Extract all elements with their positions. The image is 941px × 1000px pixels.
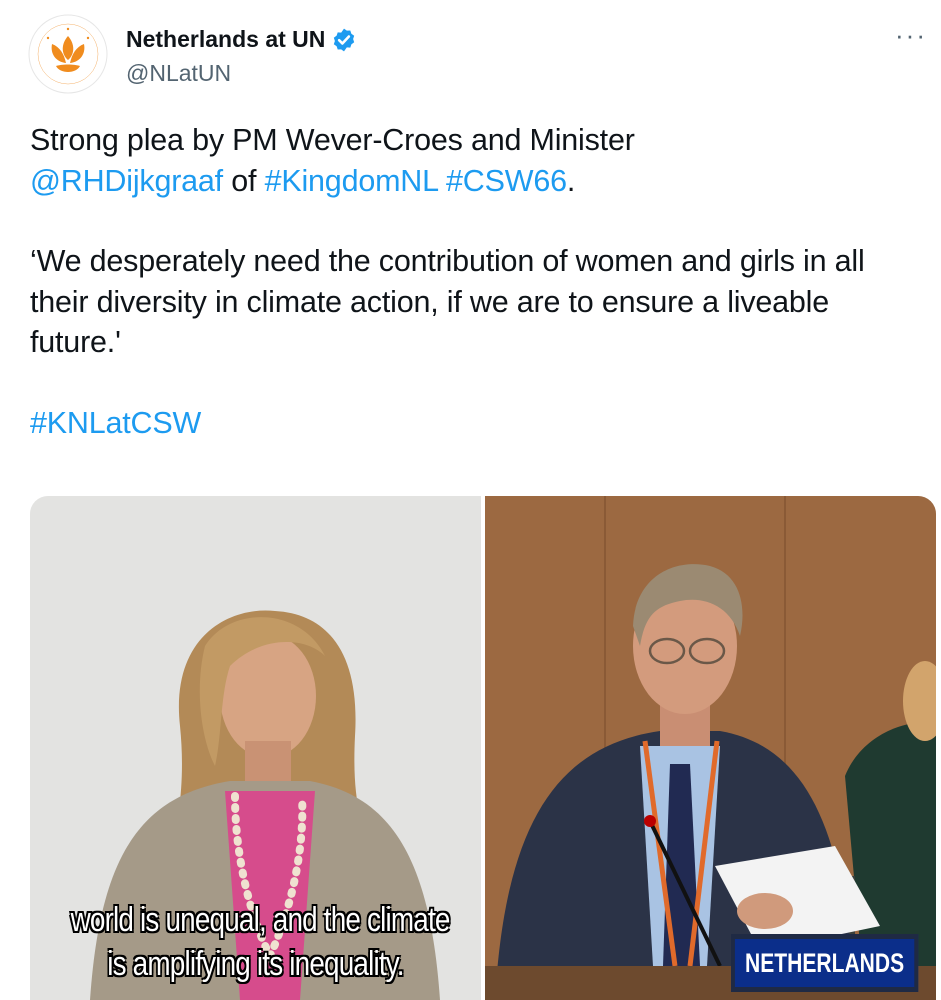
user-handle[interactable]: @NLatUN [126,60,231,87]
verified-badge-icon [331,27,357,53]
tweet-text: Strong plea by PM Wever-Croes and Minist… [30,120,920,443]
kingdom-netherlands-logo [28,14,108,94]
subtitle-line-2: is amplifying its inequality. [107,945,404,983]
avatar[interactable] [28,14,108,94]
photo-minister-dijkgraaf[interactable]: NETHERLANDS [485,496,936,1000]
tweet-quote: ‘We desperately need the contribution of… [30,244,865,359]
subtitle-line-1: world is unequal, and the climate [70,901,451,939]
period-text: . [566,163,576,198]
tweet-intro-text: Strong plea by PM Wever-Croes and Minist… [30,123,635,157]
country-nameplate: NETHERLANDS [731,934,919,992]
hashtag-csw66-link[interactable]: #CSW66 [446,164,567,198]
display-name[interactable]: Netherlands at UN [126,26,357,53]
display-name-text: Netherlands at UN [126,26,326,52]
man-speaking-image [485,496,936,1000]
tweet-paragraph-1: Strong plea by PM Wever-Croes and Minist… [30,120,920,201]
hashtag-kingdomnl-link[interactable]: #KingdomNL [265,164,438,198]
of-text: of [222,163,265,198]
more-options-icon[interactable]: ··· [895,22,927,48]
photo-pm-wever-croes[interactable]: world is unequal, and the climate is amp… [30,496,481,1000]
hashtag-knlatcsw-link[interactable]: #KNLatCSW [30,406,201,440]
space-text [438,164,446,198]
media-gallery: world is unequal, and the climate is amp… [30,496,936,1000]
mention-link[interactable]: @RHDijkgraaf [30,164,223,198]
